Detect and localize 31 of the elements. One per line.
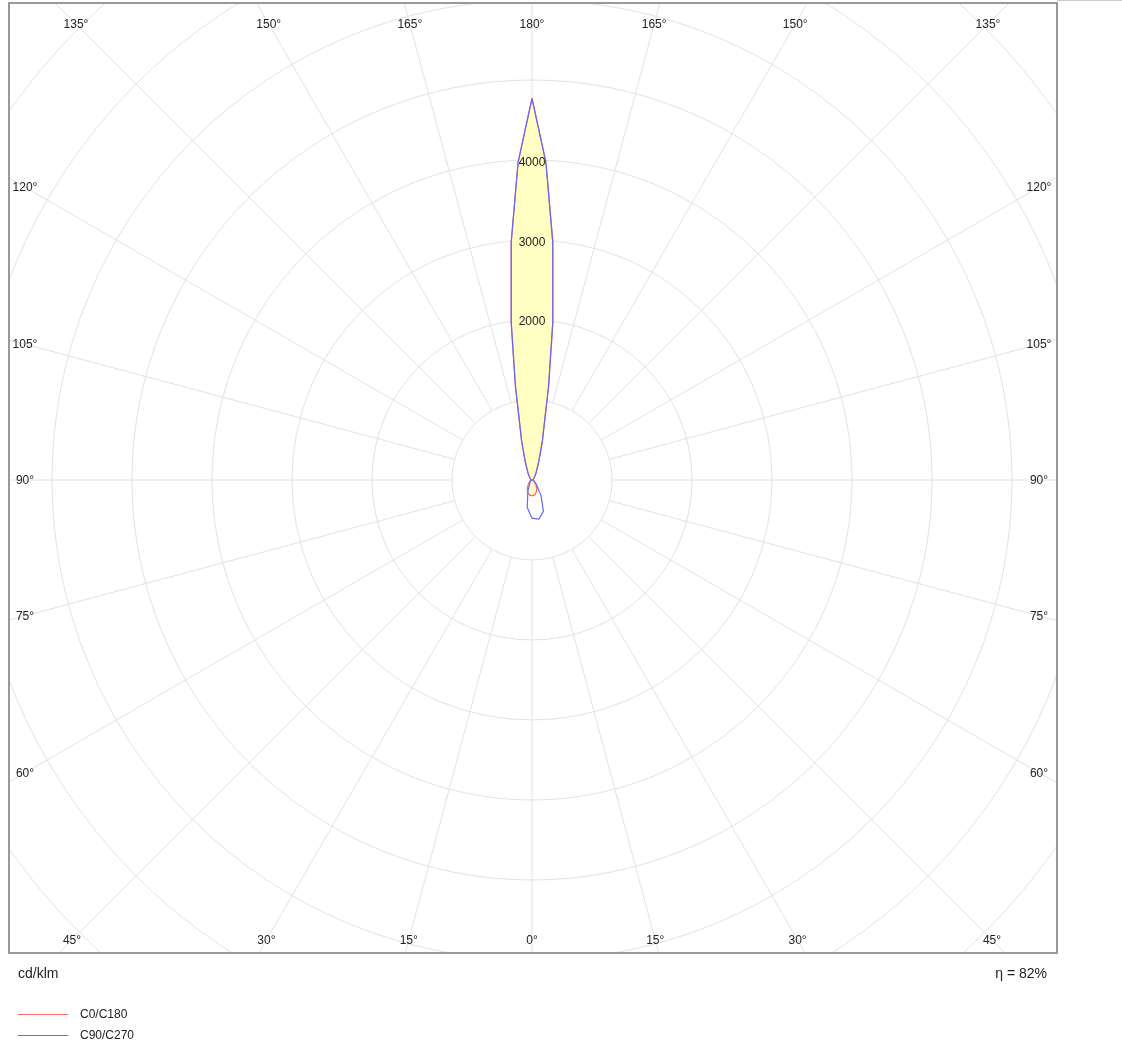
angle-label: 120°: [1026, 180, 1052, 195]
legend-label: C90/C270: [80, 1027, 135, 1044]
angle-label: 75°: [1029, 608, 1049, 623]
angle-label: 30°: [257, 933, 276, 947]
angle-label: 165°: [397, 17, 423, 31]
ring-label: 4000: [518, 155, 546, 169]
unit-label: cd/klm: [18, 964, 59, 983]
angle-label: 90°: [15, 473, 35, 487]
angle-label: 60°: [1029, 765, 1049, 780]
angle-label: 165°: [641, 17, 667, 31]
angle-label: 105°: [12, 337, 38, 352]
angle-label: 150°: [782, 17, 808, 31]
angle-label: 0°: [526, 933, 538, 947]
angle-label: 135°: [975, 17, 1001, 31]
angle-label: 150°: [256, 17, 282, 31]
angle-label: 30°: [788, 933, 807, 947]
efficiency-label: η = 82%: [995, 964, 1047, 983]
angle-label: 60°: [15, 765, 35, 780]
angle-label: 105°: [1026, 337, 1052, 352]
angle-label: 180°: [519, 17, 545, 31]
angle-label: 15°: [646, 933, 665, 947]
angle-label: 15°: [399, 933, 418, 947]
ring-label: 2000: [518, 314, 546, 328]
angle-label: 135°: [63, 17, 89, 31]
angle-label: 90°: [1029, 473, 1049, 487]
ring-label: 3000: [518, 234, 546, 249]
angle-label: 45°: [62, 933, 82, 947]
legend-label: C0/C180: [80, 1006, 128, 1023]
angle-label: 120°: [12, 180, 38, 195]
angle-label: 45°: [982, 933, 1002, 947]
angle-label: 75°: [15, 608, 35, 623]
